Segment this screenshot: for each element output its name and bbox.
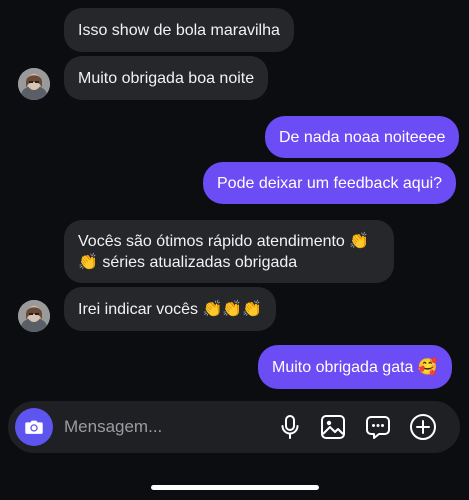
message-bubble-incoming[interactable]: Isso show de bola maravilha xyxy=(64,8,294,52)
message-text: De nada noaa noiteeee xyxy=(279,128,446,146)
message-bubble-outgoing[interactable]: Muito obrigada gata 🥰 xyxy=(258,345,452,389)
message-bubble-outgoing[interactable]: Pode deixar um feedback aqui? xyxy=(203,162,457,204)
more-options-button[interactable] xyxy=(409,413,437,441)
contact-avatar[interactable] xyxy=(18,300,50,332)
message-text: Muito obrigada gata 🥰 xyxy=(272,358,438,376)
image-icon xyxy=(321,415,345,439)
chat-screen: Isso show de bola maravilha Muito obriga… xyxy=(0,0,469,500)
plus-circle-icon xyxy=(410,414,436,440)
message-text: Isso show de bola maravilha xyxy=(78,21,280,39)
message-text-line: Vocês são ótimos rápido atendimento 👏 xyxy=(78,232,370,250)
message-input[interactable]: Mensagem... xyxy=(64,417,162,437)
contact-avatar[interactable] xyxy=(18,68,50,100)
chat-bubble-icon xyxy=(366,416,390,439)
message-text: Pode deixar um feedback aqui? xyxy=(217,174,443,192)
message-bubble-incoming[interactable]: Muito obrigada boa noite xyxy=(64,56,269,100)
sticker-button[interactable] xyxy=(364,413,392,441)
camera-button[interactable] xyxy=(15,408,53,446)
message-text: Muito obrigada boa noite xyxy=(78,69,255,87)
home-indicator[interactable] xyxy=(151,485,319,490)
message-composer: Mensagem... xyxy=(8,401,460,453)
camera-icon xyxy=(25,420,43,434)
message-text-line: 👏 séries atualizadas obrigada xyxy=(78,253,298,271)
voice-message-button[interactable] xyxy=(276,413,304,441)
message-text: Irei indicar vocês 👏👏👏 xyxy=(78,300,263,318)
microphone-icon xyxy=(281,415,299,439)
message-bubble-outgoing[interactable]: De nada noaa noiteeee xyxy=(265,116,460,158)
message-bubble-incoming[interactable]: Irei indicar vocês 👏👏👏 xyxy=(64,287,277,331)
gallery-button[interactable] xyxy=(319,413,347,441)
message-bubble-incoming[interactable]: Vocês são ótimos rápido atendimento 👏 👏 … xyxy=(64,220,394,283)
